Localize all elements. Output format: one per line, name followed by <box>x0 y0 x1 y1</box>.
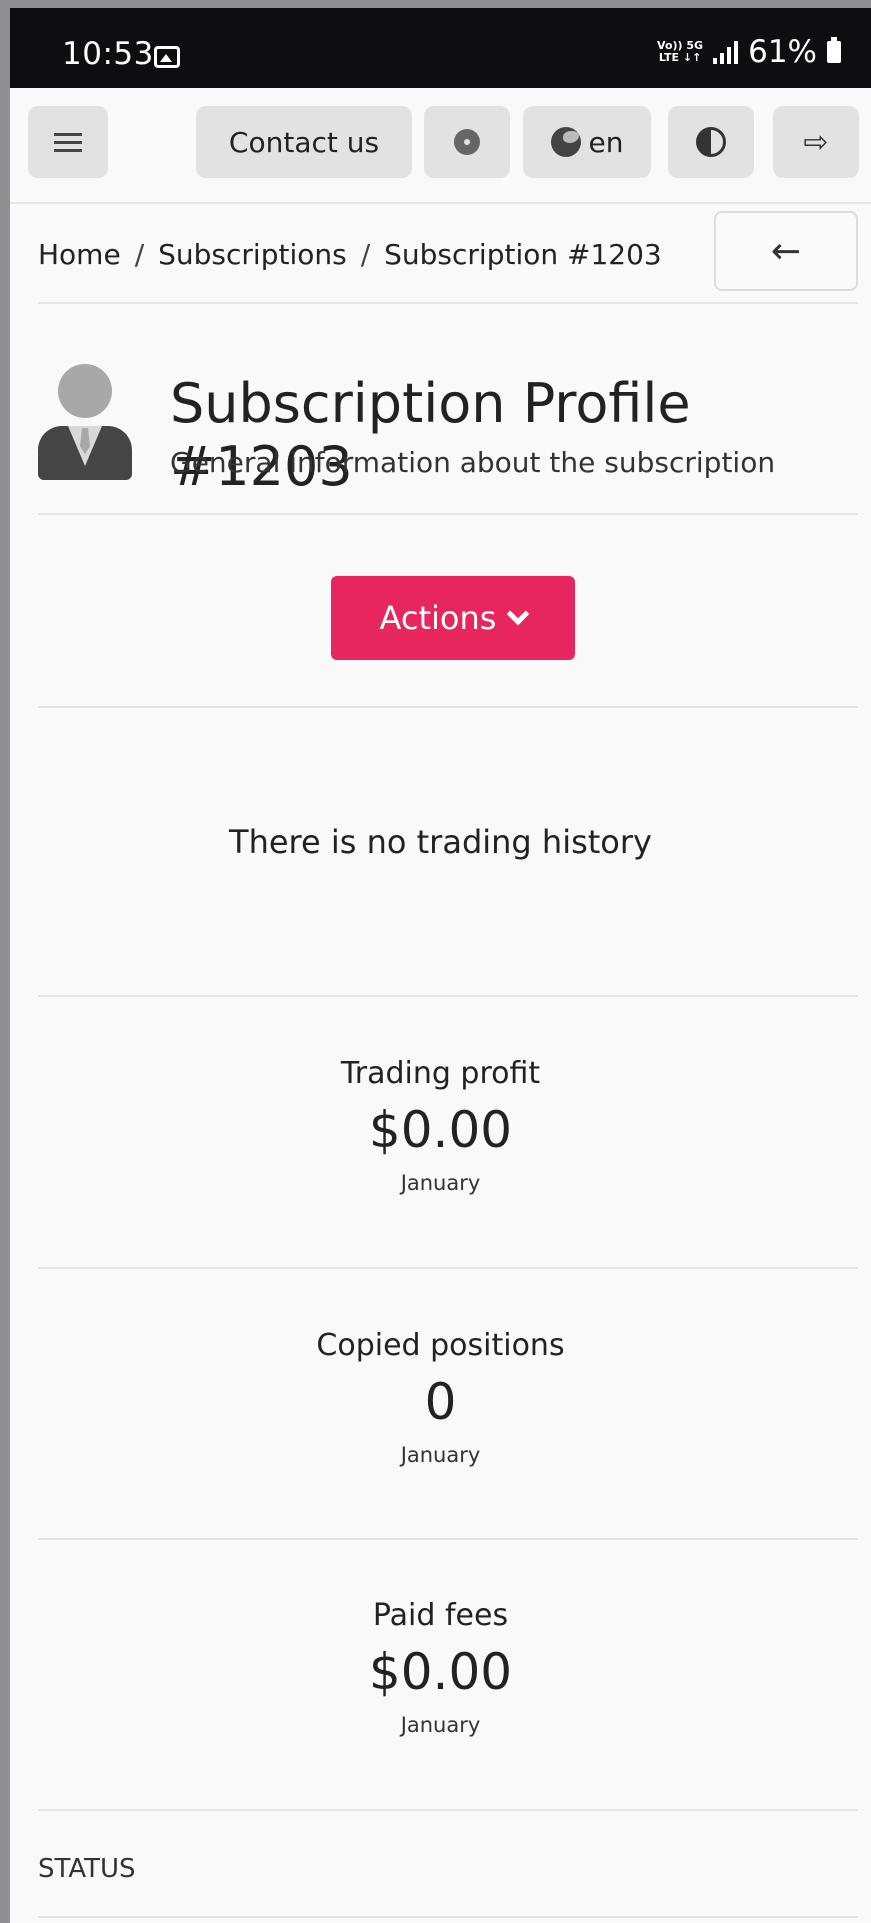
status-indicators: Vo)) 5G LTE ↓↑ 61% <box>657 34 841 70</box>
breadcrumb: Home / Subscriptions / Subscription #120… <box>38 238 662 271</box>
network-indicator: Vo)) 5G LTE ↓↑ <box>657 39 704 64</box>
divider <box>38 995 858 997</box>
status-bar: 10:53 Vo)) 5G LTE ↓↑ 61% <box>10 8 871 88</box>
language-button[interactable]: en <box>523 106 651 178</box>
top-toolbar: Contact us en ⇨ <box>10 88 871 204</box>
phone-screen: 10:53 Vo)) 5G LTE ↓↑ 61% Contact us en ⇨… <box>10 8 871 1923</box>
breadcrumb-separator: / <box>360 238 371 271</box>
menu-button[interactable] <box>28 106 108 178</box>
language-label: en <box>588 125 624 159</box>
page-subtitle: General information about the subscripti… <box>170 446 776 479</box>
status-time: 10:53 <box>62 36 154 72</box>
breadcrumb-current: Subscription #1203 <box>384 238 662 271</box>
contact-us-button[interactable]: Contact us <box>196 106 412 178</box>
battery-percent: 61% <box>748 34 817 70</box>
stat-period: January <box>400 1443 481 1467</box>
hamburger-icon <box>54 128 82 157</box>
divider <box>38 706 858 708</box>
breadcrumb-separator: / <box>134 238 145 271</box>
divider <box>38 1809 858 1811</box>
stat-label: Paid fees <box>372 1598 509 1633</box>
arrow-left-icon: ← <box>770 230 802 272</box>
logout-icon: ⇨ <box>803 124 829 160</box>
gallery-notification-icon <box>154 46 180 68</box>
theme-toggle-button[interactable] <box>668 106 754 178</box>
divider <box>38 302 858 304</box>
stat-label: Copied positions <box>316 1328 565 1363</box>
stat-paid-fees: Paid fees $0.00 January <box>10 1598 871 1737</box>
divider <box>38 1538 858 1540</box>
stat-period: January <box>400 1713 481 1737</box>
stat-period: January <box>400 1171 481 1195</box>
back-button[interactable]: ← <box>714 211 858 291</box>
battery-icon <box>827 37 841 63</box>
gear-icon <box>454 129 480 155</box>
globe-icon <box>550 127 581 157</box>
stat-value: 0 <box>424 1373 457 1431</box>
chevron-down-icon <box>507 602 530 626</box>
actions-dropdown-button[interactable]: Actions <box>331 576 575 660</box>
stat-trading-profit: Trading profit $0.00 January <box>10 1056 871 1195</box>
divider <box>38 1267 858 1269</box>
divider <box>38 1916 858 1918</box>
breadcrumb-subscriptions[interactable]: Subscriptions <box>158 238 347 271</box>
divider <box>38 513 858 515</box>
stat-value: $0.00 <box>368 1101 513 1159</box>
settings-button[interactable] <box>424 106 510 178</box>
logout-button[interactable]: ⇨ <box>773 106 859 178</box>
stat-copied-positions: Copied positions 0 January <box>10 1328 871 1467</box>
signal-icon <box>713 40 739 64</box>
breadcrumb-home[interactable]: Home <box>38 238 121 271</box>
actions-label: Actions <box>379 599 497 637</box>
user-avatar-icon <box>38 364 132 480</box>
trading-history-empty: There is no trading history <box>229 823 652 861</box>
status-section-label: STATUS <box>38 1854 136 1884</box>
stat-value: $0.00 <box>368 1643 513 1701</box>
page-title: Subscription Profile #1203 <box>170 372 691 498</box>
stat-label: Trading profit <box>340 1056 541 1091</box>
contrast-icon <box>696 127 726 157</box>
